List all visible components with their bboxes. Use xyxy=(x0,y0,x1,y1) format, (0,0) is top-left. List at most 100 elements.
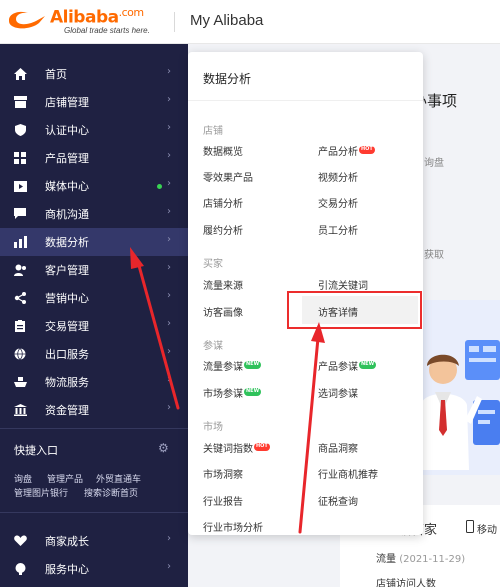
section-label-advisor: 参谋 xyxy=(203,341,223,352)
traffic-label-text: 流量 xyxy=(376,554,396,565)
gear-icon[interactable]: ⚙ xyxy=(158,441,169,455)
sidebar-item-data-analysis[interactable]: 数据分析 › xyxy=(0,228,188,256)
menu-item-tax-query[interactable]: 征税查询 xyxy=(318,493,358,508)
sidebar-item-finance[interactable]: 资金管理 › xyxy=(0,396,188,424)
sidebar-item-label: 首页 xyxy=(45,68,67,81)
menu-item-traffic-advisor[interactable]: 流量参谋 NEW xyxy=(203,358,262,373)
menu-item-staff-analysis[interactable]: 员工分析 xyxy=(318,222,358,237)
sidebar-item-marketing[interactable]: 营销中心 › xyxy=(0,284,188,312)
chevron-right-icon: › xyxy=(167,290,171,301)
globe-icon xyxy=(14,348,26,360)
new-badge: NEW xyxy=(244,388,262,396)
sidebar-item-store[interactable]: 店铺管理 › xyxy=(0,88,188,116)
menu-item-product-analysis[interactable]: 产品分析 HOT xyxy=(318,143,375,158)
sidebar-item-label: 商家成长 xyxy=(45,535,89,548)
menu-item-product-insight[interactable]: 商品洞察 xyxy=(318,440,358,455)
store-icon xyxy=(14,96,27,108)
menu-item-keyword-index[interactable]: 关键词指数 HOT xyxy=(203,440,270,455)
logo-wordmark: Alibaba.com xyxy=(50,6,144,28)
inquiry-label: 询盘 xyxy=(424,158,444,169)
logo-tagline: Global trade starts here. xyxy=(64,26,150,35)
bar-chart-icon xyxy=(14,236,27,248)
sidebar-item-label: 产品管理 xyxy=(45,152,89,165)
sidebar-item-export[interactable]: 出口服务 › xyxy=(0,340,188,368)
sidebar-item-label: 客户管理 xyxy=(45,264,89,277)
section-label-store: 店铺 xyxy=(203,126,223,137)
sidebar-item-media[interactable]: 媒体中心 › xyxy=(0,172,188,200)
heart-icon xyxy=(14,535,27,546)
menu-item-market-insight[interactable]: 市场洞察 xyxy=(203,466,243,481)
chevron-right-icon: › xyxy=(167,262,171,273)
sidebar-item-service[interactable]: 服务中心 › xyxy=(0,555,188,583)
sidebar-item-products[interactable]: 产品管理 › xyxy=(0,144,188,172)
menu-item-industry-opportunities[interactable]: 行业商机推荐 xyxy=(318,466,378,481)
menu-item-video-analysis[interactable]: 视频分析 xyxy=(318,169,358,184)
header-divider xyxy=(174,12,175,32)
menu-item-label: 关键词指数 xyxy=(203,444,253,455)
sidebar-item-label: 营销中心 xyxy=(45,292,89,305)
menu-item-fulfillment-analysis[interactable]: 履约分析 xyxy=(203,222,243,237)
menu-item-trade-analysis[interactable]: 交易分析 xyxy=(318,195,358,210)
menu-item-label: 流量参谋 xyxy=(203,362,243,373)
sidebar-item-label: 服务中心 xyxy=(45,563,89,576)
alibaba-logo[interactable]: Alibaba.com Global trade starts here. xyxy=(6,6,166,38)
menu-item-market-advisor[interactable]: 市场参谋 NEW xyxy=(203,385,262,400)
menu-item-traffic-source[interactable]: 流量来源 xyxy=(203,277,243,292)
section-label-buyer: 买家 xyxy=(203,259,223,270)
sidebar-item-trade[interactable]: 交易管理 › xyxy=(0,312,188,340)
ship-icon xyxy=(14,377,27,387)
menu-item-data-overview[interactable]: 数据概览 xyxy=(203,143,243,158)
share-icon xyxy=(14,292,26,304)
menu-item-industry-market-analysis[interactable]: 行业市场分析 xyxy=(203,519,263,534)
users-icon xyxy=(14,264,26,276)
sidebar-item-label: 数据分析 xyxy=(45,236,89,249)
menu-item-label: 市场参谋 xyxy=(203,389,243,400)
flyout-title: 数据分析 xyxy=(203,72,252,86)
mobile-label[interactable]: 移动 xyxy=(477,521,497,536)
notification-dot xyxy=(157,184,162,189)
chevron-right-icon: › xyxy=(167,402,171,413)
mobile-icon xyxy=(466,520,474,533)
traffic-date: (2021-11-29) xyxy=(399,554,466,565)
sidebar-item-growth[interactable]: 商家成长 › xyxy=(0,527,188,555)
chevron-right-icon: › xyxy=(167,66,171,77)
chevron-right-icon: › xyxy=(167,94,171,105)
new-badge: NEW xyxy=(244,361,262,369)
sidebar-item-home[interactable]: 首页 › xyxy=(0,60,188,88)
new-badge: NEW xyxy=(359,361,377,369)
home-icon xyxy=(14,68,27,80)
chevron-right-icon: › xyxy=(167,178,171,189)
shortcut-link[interactable]: 搜索诊断首页 xyxy=(84,486,138,499)
hot-badge: HOT xyxy=(254,443,270,451)
chevron-right-icon: › xyxy=(167,206,171,217)
sidebar-item-label: 物流服务 xyxy=(45,376,89,389)
service-icon xyxy=(15,563,26,575)
chevron-right-icon: › xyxy=(167,561,171,572)
shortcut-link[interactable]: 管理产品 xyxy=(47,472,83,485)
menu-item-visitor-profile[interactable]: 访客画像 xyxy=(203,304,243,319)
grid-icon xyxy=(14,152,26,164)
shortcut-link[interactable]: 询盘 xyxy=(14,472,32,485)
shortcut-link[interactable]: 管理图片银行 xyxy=(14,486,68,499)
visitors-label: 店铺访问人数 xyxy=(376,579,436,587)
chevron-right-icon: › xyxy=(167,318,171,329)
hot-badge: HOT xyxy=(359,146,375,154)
chevron-right-icon: › xyxy=(167,150,171,161)
menu-item-industry-report[interactable]: 行业报告 xyxy=(203,493,243,508)
menu-item-zero-effect-products[interactable]: 零效果产品 xyxy=(203,169,253,184)
menu-item-traffic-keywords[interactable]: 引流关键词 xyxy=(318,277,368,292)
menu-item-store-analysis[interactable]: 店铺分析 xyxy=(203,195,243,210)
flyout-divider xyxy=(188,100,423,101)
acquire-label: 获取 xyxy=(424,250,444,261)
sidebar-item-logistics[interactable]: 物流服务 › xyxy=(0,368,188,396)
sidebar-item-label: 商机沟通 xyxy=(45,208,89,221)
sidebar-item-label: 交易管理 xyxy=(45,320,89,333)
sidebar-item-messages[interactable]: 商机沟通 › xyxy=(0,200,188,228)
sidebar-item-customers[interactable]: 客户管理 › xyxy=(0,256,188,284)
sidebar-item-label: 资金管理 xyxy=(45,404,89,417)
menu-item-product-advisor[interactable]: 产品参谋 NEW xyxy=(318,358,377,373)
menu-item-keyword-advisor[interactable]: 选词参谋 xyxy=(318,385,358,400)
shortcut-link[interactable]: 外贸直通车 xyxy=(96,472,141,485)
chevron-right-icon: › xyxy=(167,234,171,245)
sidebar-item-certification[interactable]: 认证中心 › xyxy=(0,116,188,144)
